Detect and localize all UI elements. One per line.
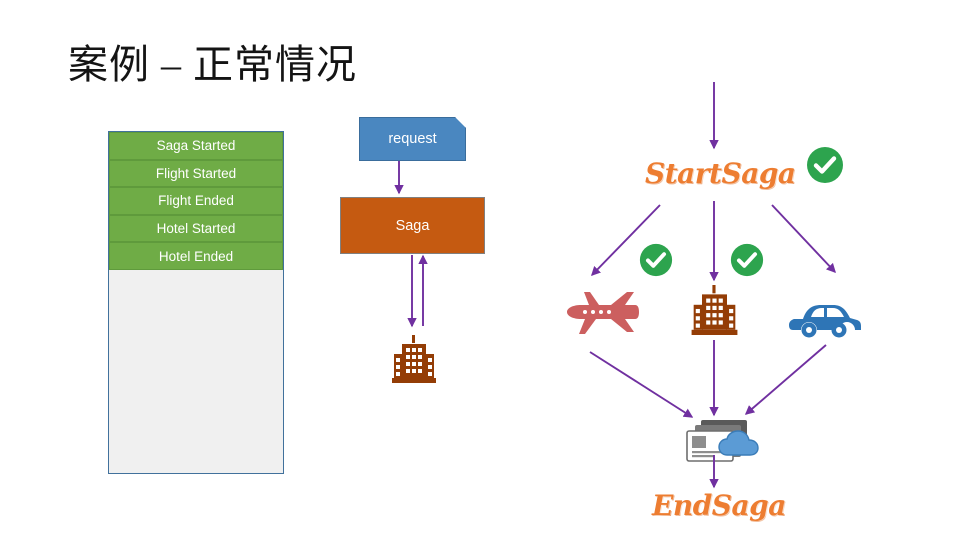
list-item[interactable]: Hotel Started — [109, 214, 283, 243]
list-item[interactable]: Hotel Ended — [109, 242, 283, 270]
event-log-panel: Saga Started Flight Started Flight Ended… — [108, 131, 284, 474]
list-item[interactable]: Saga Started — [109, 132, 283, 160]
airplane-icon — [563, 288, 639, 343]
photo-card-cloud-icon — [683, 415, 769, 480]
list-item[interactable]: Flight Ended — [109, 187, 283, 215]
arrow-flight-to-end — [589, 351, 694, 418]
hotel-building-icon — [392, 335, 436, 388]
arrow-startsaga-to-car — [771, 204, 836, 274]
end-saga-label: EndSaga — [652, 489, 786, 522]
check-circle-icon — [806, 146, 844, 189]
page-title: 案例 – 正常情况 — [68, 42, 357, 87]
request-node[interactable]: request — [359, 117, 466, 161]
check-circle-icon — [730, 243, 764, 282]
arrow-car-to-end — [744, 344, 827, 415]
list-item[interactable]: Flight Started — [109, 159, 283, 188]
saga-node[interactable]: Saga — [340, 197, 485, 254]
start-saga-label: StartSaga — [645, 157, 796, 190]
hotel-building-icon — [691, 285, 738, 340]
car-icon — [789, 300, 861, 343]
check-circle-icon — [639, 243, 673, 282]
